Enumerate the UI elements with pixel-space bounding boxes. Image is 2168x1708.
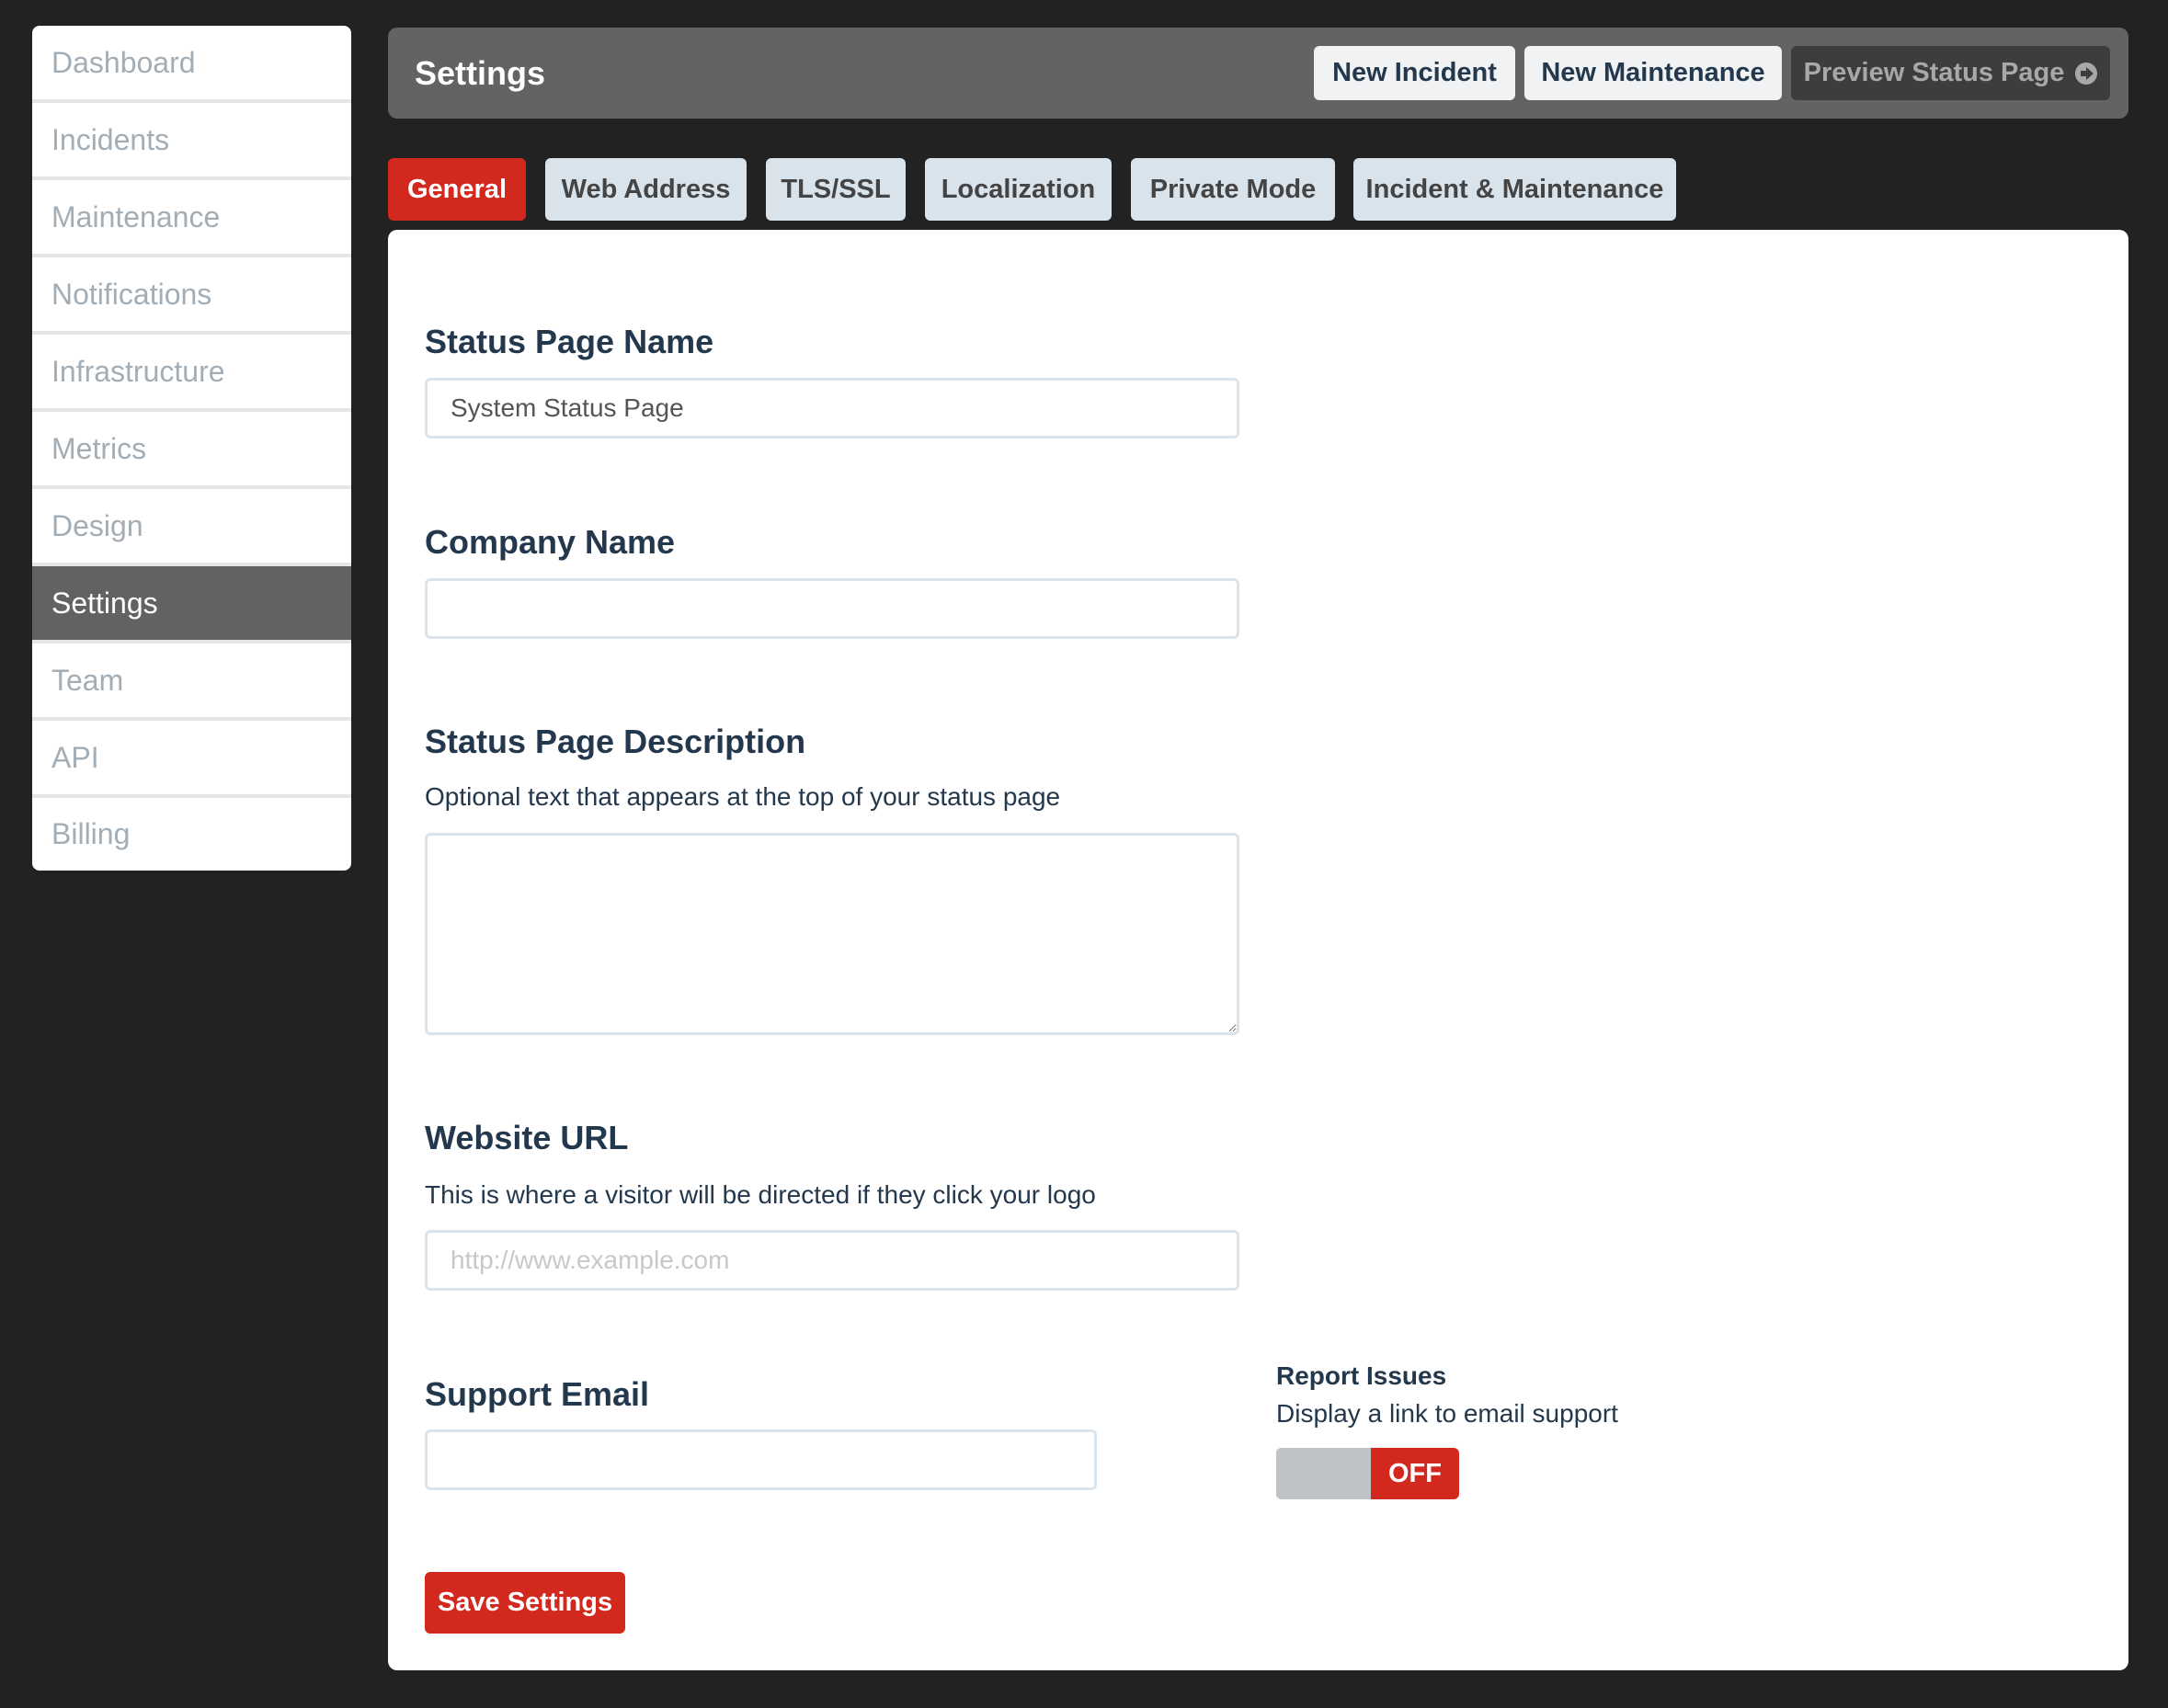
toggle-state: OFF <box>1371 1448 1459 1499</box>
new-incident-button[interactable]: New Incident <box>1314 46 1515 100</box>
sidebar-item-incidents[interactable]: Incidents <box>32 103 351 180</box>
support-email-label: Support Email <box>425 1375 650 1413</box>
tab-incident-maintenance[interactable]: Incident & Maintenance <box>1353 158 1676 221</box>
company-name-label: Company Name <box>425 523 676 561</box>
report-issues-toggle[interactable]: OFF <box>1276 1448 1459 1499</box>
sidebar-item-metrics[interactable]: Metrics <box>32 412 351 489</box>
sidebar-item-infrastructure[interactable]: Infrastructure <box>32 335 351 412</box>
sidebar-item-settings[interactable]: Settings <box>32 566 351 643</box>
sidebar-item-maintenance[interactable]: Maintenance <box>32 180 351 257</box>
status-page-name-input[interactable] <box>425 378 1239 438</box>
website-url-help: This is where a visitor will be directed… <box>425 1180 1096 1209</box>
sidebar-item-team[interactable]: Team <box>32 643 351 721</box>
tab-localization[interactable]: Localization <box>925 158 1112 221</box>
page-title: Settings <box>415 54 546 92</box>
sidebar: Dashboard Incidents Maintenance Notifica… <box>32 26 351 871</box>
save-settings-button[interactable]: Save Settings <box>425 1572 625 1634</box>
toggle-track <box>1276 1448 1371 1499</box>
website-url-input[interactable] <box>425 1230 1239 1291</box>
preview-status-page-button[interactable]: Preview Status Page <box>1791 46 2110 100</box>
sidebar-item-dashboard[interactable]: Dashboard <box>32 26 351 103</box>
page-header: Settings New Incident New Maintenance Pr… <box>388 28 2128 119</box>
status-page-description-label: Status Page Description <box>425 723 806 760</box>
tab-tls-ssl[interactable]: TLS/SSL <box>766 158 906 221</box>
circle-arrow-right-icon <box>2075 62 2098 85</box>
sidebar-item-billing[interactable]: Billing <box>32 798 351 871</box>
tab-web-address[interactable]: Web Address <box>545 158 747 221</box>
status-page-description-textarea[interactable] <box>425 833 1239 1035</box>
support-email-input[interactable] <box>425 1429 1097 1490</box>
report-issues-label: Report Issues <box>1276 1361 1447 1390</box>
status-page-name-label: Status Page Name <box>425 323 714 360</box>
tab-private-mode[interactable]: Private Mode <box>1131 158 1335 221</box>
tab-general[interactable]: General <box>388 158 526 221</box>
sidebar-item-design[interactable]: Design <box>32 489 351 566</box>
preview-status-page-label: Preview Status Page <box>1803 58 2065 87</box>
settings-card: Status Page Name Company Name Status Pag… <box>388 230 2128 1670</box>
report-issues-help: Display a link to email support <box>1276 1399 1618 1428</box>
website-url-label: Website URL <box>425 1119 629 1156</box>
company-name-input[interactable] <box>425 578 1239 639</box>
sidebar-item-notifications[interactable]: Notifications <box>32 257 351 335</box>
new-maintenance-button[interactable]: New Maintenance <box>1524 46 1782 100</box>
sidebar-item-api[interactable]: API <box>32 721 351 798</box>
status-page-description-help: Optional text that appears at the top of… <box>425 782 1061 811</box>
